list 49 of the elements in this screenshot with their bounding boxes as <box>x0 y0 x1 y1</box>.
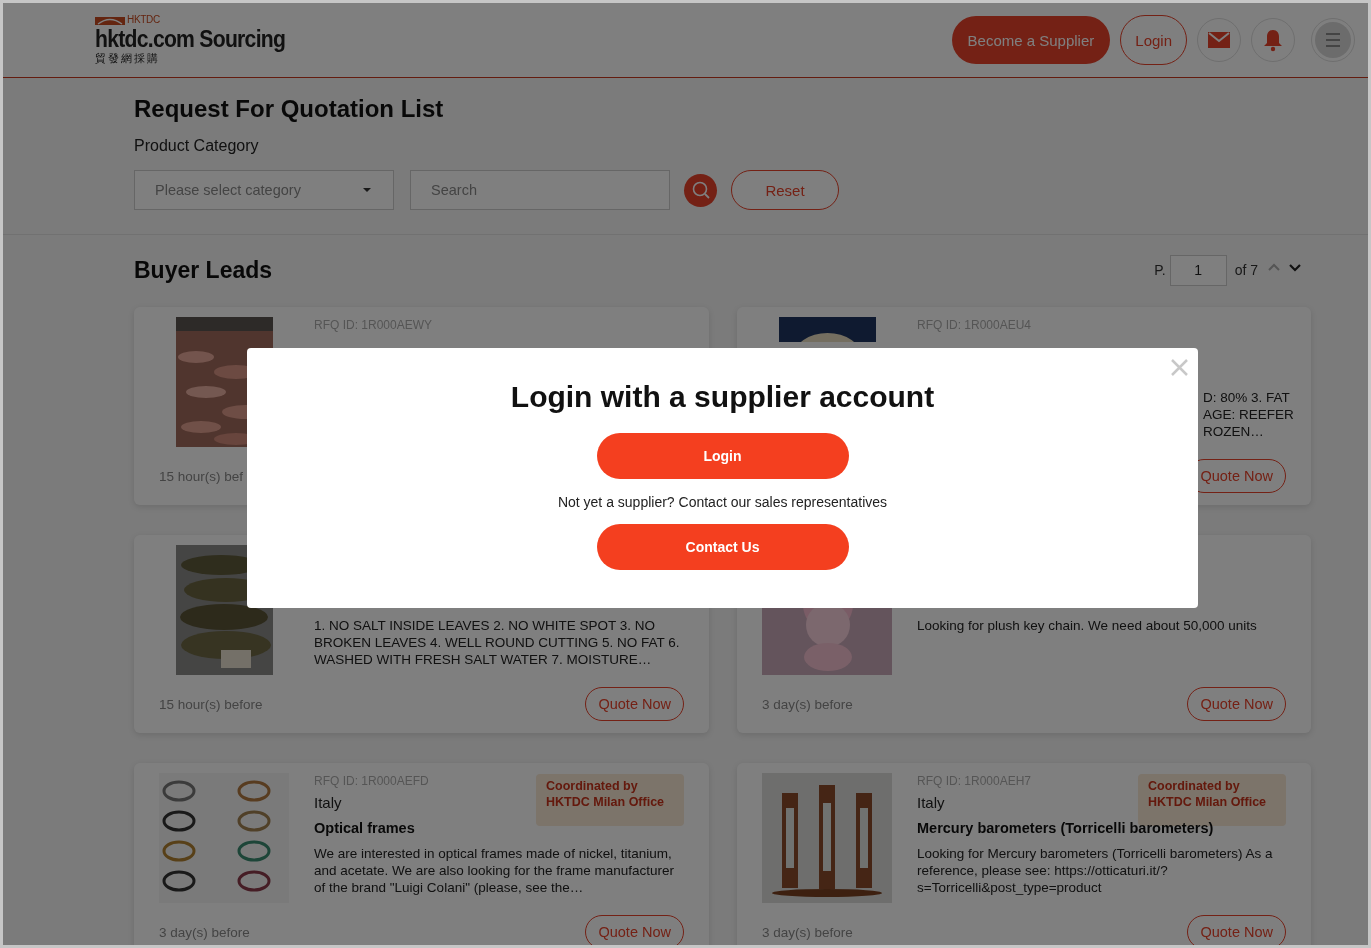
dialog-title: Login with a supplier account <box>510 379 935 415</box>
become-supplier-button[interactable]: Become a Supplier <box>951 16 1111 64</box>
posted-time: 3 day(s) before <box>762 696 853 712</box>
dialog-prompt: Not yet a supplier? Contact our sales representatives <box>557 493 888 511</box>
posted-time: 3 day(s) before <box>762 924 853 940</box>
category-select[interactable]: Please select category <box>134 170 394 210</box>
contact-us-button[interactable]: Contact Us <box>596 524 849 570</box>
reset-button[interactable]: Reset <box>731 170 839 210</box>
posted-time: 3 day(s) before <box>159 924 250 940</box>
chevron-down-icon[interactable] <box>1289 262 1301 272</box>
quote-now-button[interactable]: Quote Now <box>585 915 684 945</box>
logo-icon <box>95 15 125 25</box>
section-title: Buyer Leads <box>134 256 273 284</box>
posted-time: 15 hour(s) bef <box>159 468 244 484</box>
login-button[interactable]: Login <box>596 433 849 479</box>
posted-time: 15 hour(s) before <box>159 696 263 712</box>
request-description: 1. NO SALT INSIDE LEAVES 2. NO WHITE SPOT 3. NO BROKEN LEAVES 4. WELL ROUND CUTTING 5. NO FAT 6. WASHED WITH FRESH SALT WATER 7. MOISTURE… <box>314 617 681 668</box>
site-title: hktdc.com Sourcing <box>95 26 286 52</box>
search-button[interactable] <box>684 173 717 207</box>
login-button[interactable]: Login <box>1120 15 1187 65</box>
request-description: We are interested in optical frames made of nickel, titanium, and acetate. We are also looking for the frame manufacturer of the brand "Luigi Colani" (please, see the… <box>314 845 675 896</box>
country: Italy <box>314 793 343 813</box>
request-description: AGE: REEFER <box>1203 406 1294 423</box>
coordination-tag: Coordinated by HKTDC Milan Office <box>536 774 684 826</box>
page-prefix: P. <box>1154 262 1166 278</box>
search-field[interactable]: Search <box>410 170 670 210</box>
envelope-icon <box>1208 32 1230 48</box>
chevron-up-icon[interactable] <box>1268 262 1280 272</box>
caret-icon <box>363 188 371 192</box>
request-description: Looking for plush key chain. We need about 50,000 units <box>917 617 1258 634</box>
quote-now-button[interactable]: Quote Now <box>1187 915 1286 945</box>
page-count: of 7 <box>1234 262 1258 278</box>
search-icon <box>691 181 710 199</box>
bell-icon <box>1263 28 1283 52</box>
request-title: Optical frames <box>314 819 416 838</box>
request-description: D: 80% 3. FAT <box>1203 389 1290 406</box>
request-description: ROZEN… <box>1203 423 1264 440</box>
quote-now-button[interactable]: Quote Now <box>1187 687 1286 721</box>
site-subtitle: 貿發網採購 <box>95 52 161 66</box>
request-description: Looking for Mercury barometers (Torricelli barometers) As a reference, please see: https://otticaturi.it/?s=Torricelli&post_type=product <box>917 845 1274 896</box>
quote-now-button[interactable]: Quote Now <box>585 687 684 721</box>
close-icon[interactable] <box>1171 359 1188 376</box>
page-field[interactable]: 1 <box>1169 254 1227 286</box>
logo-mark: HKTDC <box>127 14 160 26</box>
page-title: Request For Quotation List <box>134 94 445 124</box>
country: Italy <box>917 793 946 813</box>
category-label: Product Category <box>134 136 260 156</box>
mail-button[interactable] <box>1197 18 1241 62</box>
notification-button[interactable] <box>1251 18 1295 62</box>
